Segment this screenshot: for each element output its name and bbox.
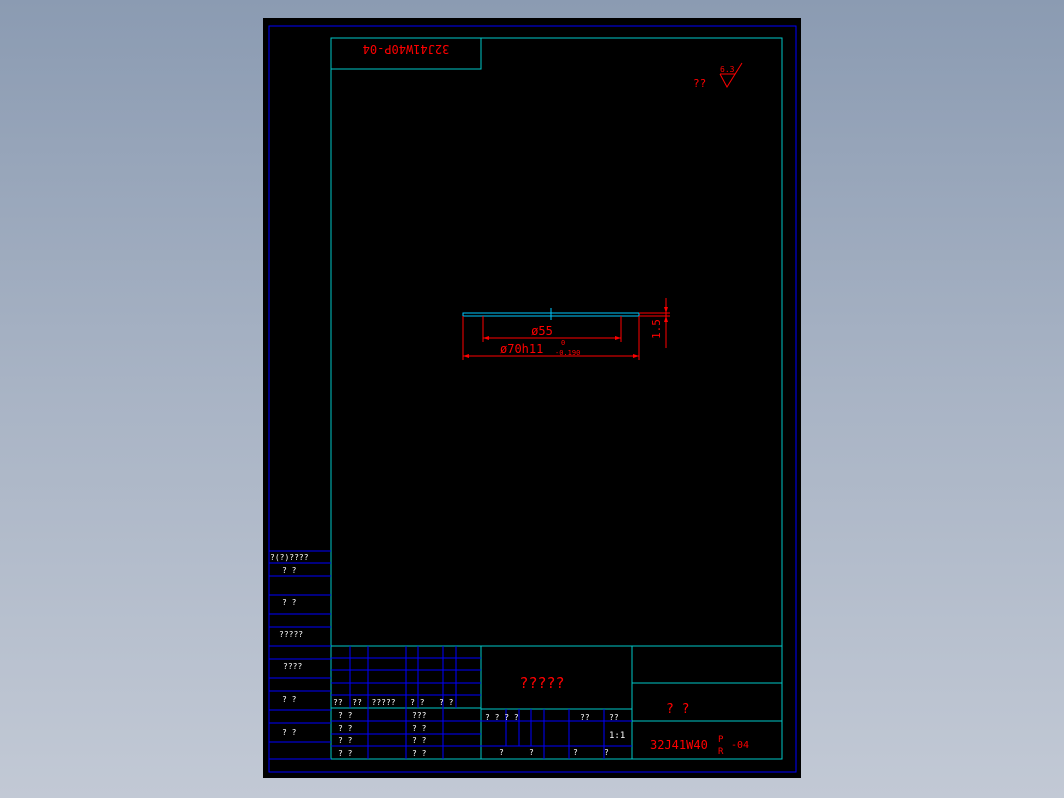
drawing-code-sub: R [718, 747, 724, 757]
drawing-code-main: 32J41W40 [650, 738, 708, 752]
sign-mid-2: ? ? [412, 724, 427, 733]
left-col-row-1: ? ? [282, 566, 297, 575]
roughness-value: 6.3 [720, 65, 735, 74]
sign-mid-4: ? ? [412, 749, 427, 758]
top-code-text: 32J41W40P-04 [363, 42, 450, 56]
left-col-row-6: ? ? [282, 728, 297, 737]
dim-inner-text: ø55 [531, 324, 553, 338]
dim-thk-text: 1.5 [650, 319, 663, 339]
sheet-d: ? [604, 748, 609, 757]
drawing-code-sup: P [718, 735, 724, 745]
left-col-row-5: ? ? [282, 695, 297, 704]
stage-header: ? ? ? ? [485, 713, 519, 722]
sign-mid-3: ? ? [412, 736, 427, 745]
sheet-b: ? [529, 748, 534, 757]
drawing-code-tail: -04 [731, 740, 749, 751]
sheet-a: ? [499, 748, 504, 757]
sign-row-1: ? ? [338, 711, 353, 720]
scale-label: ?? [609, 713, 619, 722]
sign-row-4: ? ? [338, 749, 353, 758]
left-col-row-4: ???? [283, 662, 302, 671]
sign-mid-1: ??? [412, 711, 427, 720]
left-col-header: ?(?)???? [270, 553, 309, 562]
sign-row-2: ? ? [338, 724, 353, 733]
cad-viewport: 32J41W40P-04 ?? 6.3 ø55 ø70h11 0 -0.190 … [263, 18, 801, 778]
dim-outer-tol-lower: -0.190 [555, 349, 580, 357]
drawing-sheet [263, 18, 801, 778]
sign-header: ?? ?? ????? ? ? ? ? [333, 698, 454, 707]
dim-outer-text: ø70h11 [500, 342, 543, 356]
left-col-row-3: ????? [279, 630, 303, 639]
sign-row-3: ? ? [338, 736, 353, 745]
roughness-label: ?? [693, 77, 706, 90]
sheet-c: ? [573, 748, 578, 757]
weight-label: ?? [580, 713, 590, 722]
dim-outer-tol-upper: 0 [561, 339, 565, 347]
left-col-row-2: ? ? [282, 598, 297, 607]
scale-value: 1:1 [609, 731, 625, 741]
company-name: ? ? [666, 702, 689, 717]
part-name: ????? [519, 674, 564, 692]
